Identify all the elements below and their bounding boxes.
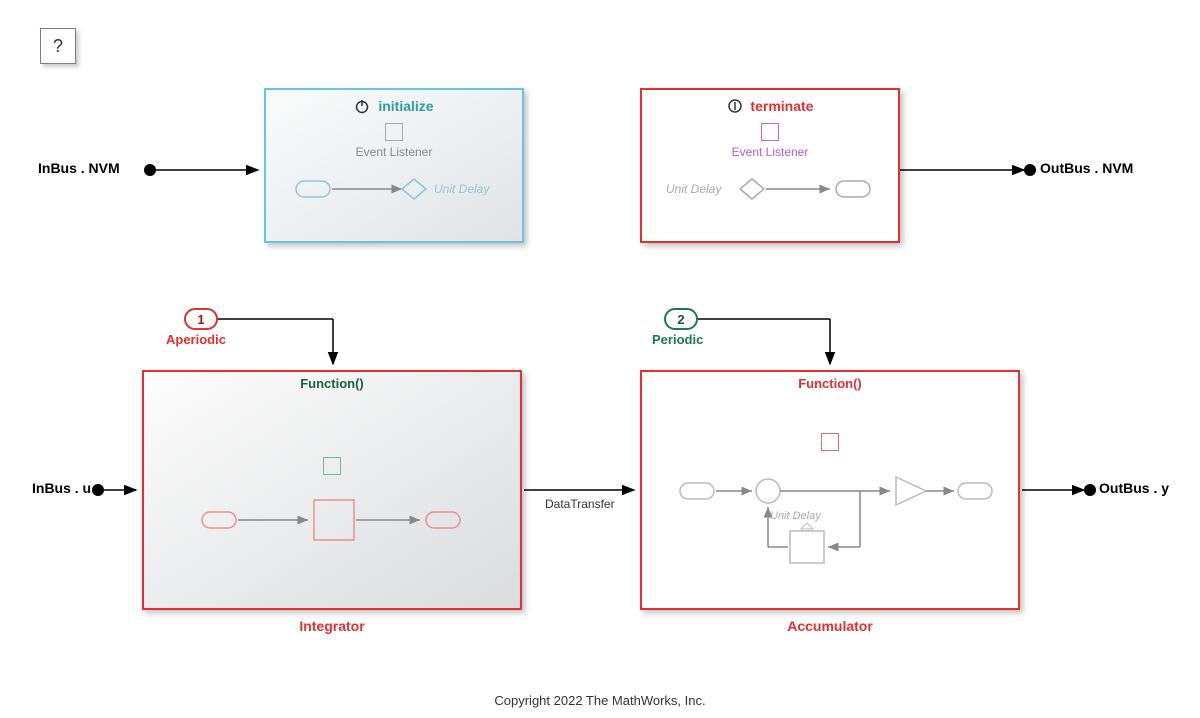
connections-layer [0, 0, 1200, 718]
copyright-text: Copyright 2022 The MathWorks, Inc. [0, 693, 1200, 708]
accum-unitdelay-label: Unit Delay [770, 510, 822, 522]
power-icon [354, 98, 370, 117]
initialize-block[interactable]: initialize Event Listener Unit Delay [264, 88, 524, 243]
terminate-block[interactable]: terminate Event Listener Unit Delay [640, 88, 900, 243]
term-unitdelay-label: Unit Delay [666, 182, 722, 196]
help-button[interactable]: ? [40, 28, 76, 64]
init-unitdelay-label: Unit Delay [434, 182, 490, 196]
init-title: initialize [266, 98, 522, 117]
integrator-fn-label: Function() [144, 376, 520, 391]
inport-nvm-label: InBus . NVM [38, 160, 120, 176]
accumulator-fn-box [821, 433, 839, 451]
accumulator-fn-label: Function() [642, 376, 1018, 391]
outport-y-label: OutBus . y [1099, 480, 1169, 496]
term-listener-box [761, 123, 779, 141]
integrator-fn-box [323, 457, 341, 475]
trigger-aperiodic-port[interactable]: 1 [184, 308, 218, 330]
term-subtitle: Event Listener [642, 145, 898, 159]
trigger-periodic-label: Periodic [652, 332, 703, 347]
outport-nvm-label: OutBus . NVM [1040, 160, 1133, 176]
trigger-aperiodic-label: Aperiodic [166, 332, 226, 347]
integrator-inner-flow [182, 485, 482, 555]
stop-icon [727, 98, 743, 117]
accumulator-inner-flow: Unit Delay [660, 461, 1000, 581]
integrator-name-label: Integrator [142, 618, 522, 634]
accumulator-block[interactable]: Function() Unit Delay [640, 370, 1020, 610]
integrator-block[interactable]: Function() [142, 370, 522, 610]
term-inner-flow: Unit Delay [660, 169, 880, 209]
init-inner-flow: Unit Delay [284, 169, 504, 209]
term-title: terminate [642, 98, 898, 117]
inport-u-label: InBus . u [32, 480, 91, 496]
init-listener-box [385, 123, 403, 141]
data-transfer-label: DataTransfer [545, 497, 615, 511]
accumulator-name-label: Accumulator [640, 618, 1020, 634]
diagram-canvas: ? InBus . NVM OutBus . NVM InBus . u Ou [0, 0, 1200, 718]
init-subtitle: Event Listener [266, 145, 522, 159]
trigger-periodic-port[interactable]: 2 [664, 308, 698, 330]
